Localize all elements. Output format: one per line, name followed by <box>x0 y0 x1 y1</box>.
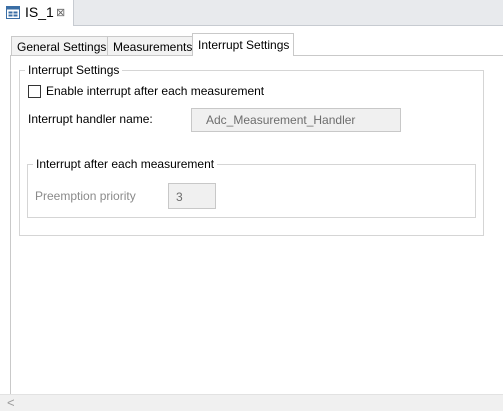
editor-tab-title: IS_1 <box>25 4 54 20</box>
interrupt-after-measurement-title: Interrupt after each measurement <box>36 157 215 171</box>
horizontal-scrollbar[interactable]: < <box>0 394 503 411</box>
interrupt-handler-field[interactable]: Adc_Measurement_Handler <box>191 108 401 132</box>
interrupt-settings-group-title: Interrupt Settings <box>28 63 120 77</box>
interrupt-handler-label: Interrupt handler name: <box>28 112 153 126</box>
page-tabs: General Settings Measurements Interrupt … <box>0 26 503 56</box>
enable-interrupt-checkbox[interactable] <box>28 85 41 98</box>
preemption-priority-label: Preemption priority <box>35 189 136 203</box>
scroll-left-icon[interactable]: < <box>7 395 15 410</box>
tab-interrupt-settings[interactable]: Interrupt Settings <box>192 33 295 56</box>
tab-measurements[interactable]: Measurements <box>107 36 198 55</box>
editor-tab-bar: IS_1 ⊠ <box>0 0 503 26</box>
tab-general-settings[interactable]: General Settings <box>11 36 112 55</box>
preemption-priority-field[interactable]: 3 <box>168 183 216 209</box>
enable-interrupt-label[interactable]: Enable interrupt after each measurement <box>46 84 264 98</box>
editor-form-icon <box>6 6 20 19</box>
interrupt-after-measurement-group: Interrupt after each measurement <box>27 157 476 218</box>
close-icon[interactable]: ⊠ <box>56 6 65 19</box>
editor-tab-is1[interactable]: IS_1 ⊠ <box>0 0 74 26</box>
